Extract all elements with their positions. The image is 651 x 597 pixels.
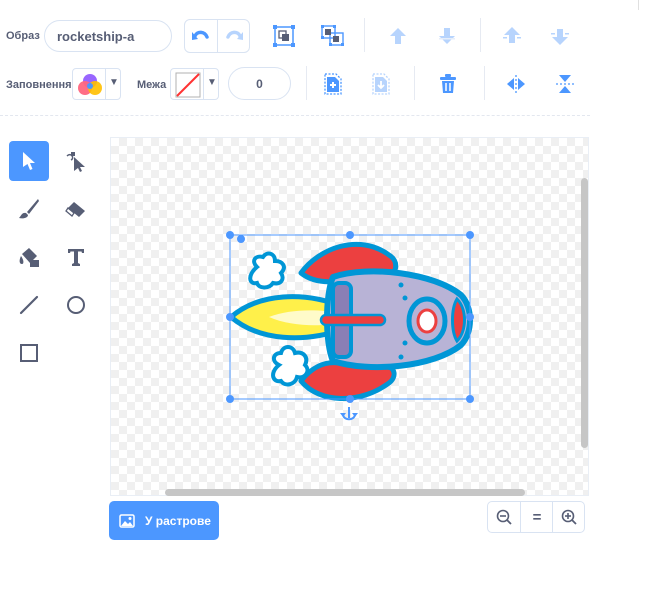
text-tool[interactable] bbox=[56, 237, 96, 277]
back-icon bbox=[551, 29, 569, 45]
redo-button[interactable] bbox=[218, 20, 250, 52]
copy-icon bbox=[324, 73, 342, 95]
text-t-icon bbox=[68, 249, 84, 266]
eraser-icon bbox=[65, 202, 85, 217]
toolbar-divider-5 bbox=[484, 66, 485, 100]
undo-button[interactable] bbox=[185, 20, 217, 52]
outline-label: Межа bbox=[137, 79, 167, 91]
undo-redo-group bbox=[184, 19, 250, 53]
brush-icon bbox=[19, 199, 39, 219]
forward-icon bbox=[390, 28, 406, 44]
flip-horizontal-button[interactable] bbox=[499, 67, 533, 101]
fill-tool[interactable] bbox=[9, 237, 49, 277]
outline-width-value: 0 bbox=[256, 77, 263, 91]
eraser-tool[interactable] bbox=[56, 189, 96, 229]
paint-bucket-icon bbox=[19, 248, 39, 267]
fill-dropdown-divider bbox=[105, 69, 106, 99]
chevron-down-icon: ▼ bbox=[207, 77, 217, 88]
front-button[interactable] bbox=[495, 19, 529, 53]
outline-dropdown-divider bbox=[203, 69, 204, 99]
line-tool[interactable] bbox=[9, 285, 49, 325]
toolbar-divider-4 bbox=[414, 66, 415, 100]
ungroup-button[interactable] bbox=[316, 19, 350, 53]
outline-color-picker[interactable]: ▼ bbox=[170, 68, 219, 100]
no-outline-swatch-icon bbox=[175, 72, 201, 98]
paste-icon bbox=[372, 73, 390, 95]
zoom-in-icon bbox=[561, 509, 577, 525]
circle-icon bbox=[67, 296, 85, 314]
toolbar-divider-2 bbox=[480, 18, 481, 52]
vertical-scrollbar[interactable] bbox=[581, 178, 588, 448]
delete-button[interactable] bbox=[431, 67, 465, 101]
select-tool[interactable] bbox=[9, 141, 49, 181]
zoom-out-icon bbox=[496, 509, 512, 525]
flip-vertical-icon bbox=[556, 75, 574, 93]
fill-color-swatch-icon bbox=[78, 74, 102, 95]
undo-icon bbox=[192, 30, 209, 40]
horizontal-scrollbar[interactable] bbox=[165, 489, 525, 496]
paste-button[interactable] bbox=[364, 67, 398, 101]
brush-tool[interactable] bbox=[9, 189, 49, 229]
convert-to-bitmap-label: У растрове bbox=[145, 513, 211, 528]
group-button[interactable] bbox=[267, 19, 301, 53]
outline-width-input[interactable]: 0 bbox=[228, 67, 291, 100]
reshape-tool[interactable] bbox=[56, 141, 96, 181]
front-icon bbox=[503, 27, 521, 43]
toolbar-divider-3 bbox=[306, 66, 307, 100]
image-icon bbox=[119, 513, 135, 528]
convert-to-bitmap-button[interactable]: У растрове bbox=[109, 501, 219, 540]
line-icon bbox=[19, 295, 39, 315]
ungroup-icon bbox=[321, 25, 344, 46]
flip-horizontal-icon bbox=[507, 75, 525, 93]
redo-icon bbox=[226, 30, 243, 40]
costume-name-input[interactable]: rocketship-a bbox=[44, 20, 172, 52]
rectangle-tool[interactable] bbox=[9, 333, 49, 373]
circle-tool[interactable] bbox=[56, 285, 96, 325]
copy-button[interactable] bbox=[316, 67, 350, 101]
backward-button[interactable] bbox=[430, 19, 464, 53]
trash-icon bbox=[440, 74, 456, 93]
toolbar-bottom-divider bbox=[0, 115, 590, 116]
group-icon bbox=[273, 25, 295, 47]
back-button[interactable] bbox=[543, 19, 577, 53]
costume-name-text: rocketship-a bbox=[57, 29, 135, 44]
fill-color-picker[interactable]: ▼ bbox=[72, 68, 121, 100]
fill-label: Заповнення bbox=[6, 79, 72, 91]
zoom-reset-label: = bbox=[532, 508, 542, 526]
top-right-edge-line bbox=[638, 0, 639, 10]
selection-bounding-box[interactable] bbox=[225, 228, 477, 428]
toolbar-divider-1 bbox=[364, 18, 365, 52]
zoom-in-button[interactable] bbox=[553, 502, 585, 532]
flip-vertical-button[interactable] bbox=[548, 67, 582, 101]
forward-button[interactable] bbox=[381, 19, 415, 53]
zoom-out-button[interactable] bbox=[488, 502, 520, 532]
rectangle-icon bbox=[20, 344, 38, 362]
rotate-handle-icon[interactable] bbox=[339, 406, 359, 424]
select-arrow-icon bbox=[23, 152, 35, 170]
costume-label: Образ bbox=[6, 30, 40, 42]
reshape-icon bbox=[66, 152, 85, 172]
backward-icon bbox=[439, 28, 455, 44]
zoom-reset-button[interactable]: = bbox=[521, 502, 553, 532]
chevron-down-icon: ▼ bbox=[109, 77, 119, 88]
